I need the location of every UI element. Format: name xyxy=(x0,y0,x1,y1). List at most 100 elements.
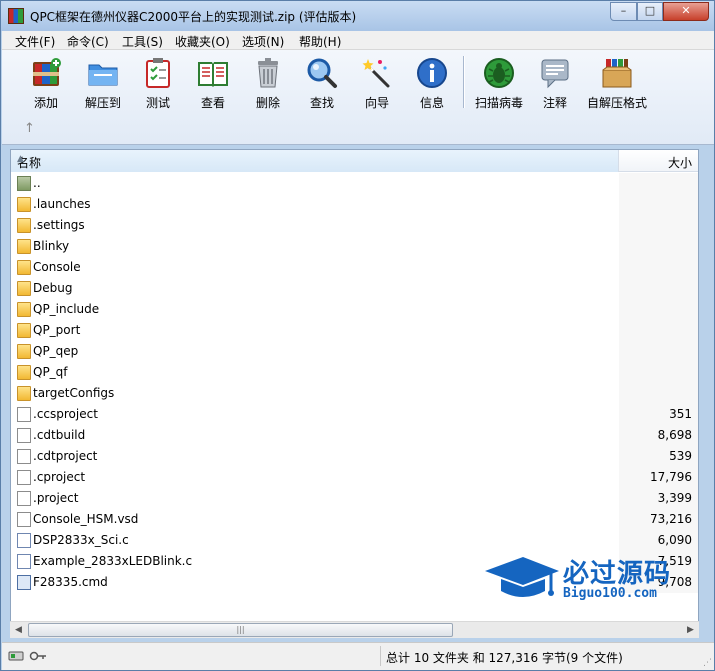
test-checklist-icon xyxy=(146,58,170,88)
extract-to-label: 解压到 xyxy=(84,96,121,110)
menu-options[interactable]: 选项(N) xyxy=(242,33,284,50)
sort-ascending-icon: ▲ xyxy=(17,154,24,164)
file-name: QP_qf xyxy=(33,365,68,379)
list-row[interactable]: QP_port xyxy=(11,320,698,341)
status-bar: 总计 10 文件夹 和 127,316 字节(9 个文件) ⋰ xyxy=(2,642,714,670)
list-row[interactable]: QP_include xyxy=(11,299,698,320)
watermark: 必过源码 Biguo100.com xyxy=(483,553,683,605)
delete-label: 删除 xyxy=(255,96,280,110)
resize-grip-icon[interactable]: ⋰ xyxy=(703,658,712,668)
file-size: 3,399 xyxy=(657,491,692,505)
c-source-file-icon xyxy=(17,533,31,548)
folder-icon xyxy=(17,239,31,254)
menu-help[interactable]: 帮助(H) xyxy=(299,33,341,50)
scroll-thumb[interactable]: ||| xyxy=(28,623,453,637)
toolbar-separator xyxy=(463,56,465,108)
list-row[interactable]: Console xyxy=(11,257,698,278)
file-size: 351 xyxy=(669,407,692,421)
list-row[interactable]: .ccsproject 351 xyxy=(11,404,698,425)
file-size: 8,698 xyxy=(657,428,692,442)
list-row[interactable]: .cdtproject 539 xyxy=(11,446,698,467)
folder-icon xyxy=(17,197,31,212)
file-name: QP_port xyxy=(33,323,81,337)
list-row[interactable]: Console_HSM.vsd 73,216 xyxy=(11,509,698,530)
comment-icon xyxy=(541,59,569,89)
scroll-right-arrow[interactable]: ▶ xyxy=(682,622,699,638)
up-one-level-button[interactable]: ↑ xyxy=(24,121,35,136)
find-label: 查找 xyxy=(309,96,334,110)
cmd-file-icon xyxy=(17,575,31,590)
file-name: .launches xyxy=(33,197,91,211)
scroll-left-arrow[interactable]: ◀ xyxy=(10,622,27,638)
close-button[interactable]: ✕ xyxy=(663,2,709,21)
column-header-name[interactable]: 名称 ▲ xyxy=(11,150,619,172)
menu-command[interactable]: 命令(C) xyxy=(67,33,109,50)
info-button[interactable]: 信息 xyxy=(404,56,460,112)
file-size: 6,090 xyxy=(657,533,692,547)
list-row[interactable]: Debug xyxy=(11,278,698,299)
file-name: .project xyxy=(33,491,79,505)
virus-scan-button[interactable]: 扫描病毒 xyxy=(470,56,528,112)
list-row[interactable]: targetConfigs xyxy=(11,383,698,404)
status-separator xyxy=(380,646,381,666)
list-row[interactable]: .project 3,399 xyxy=(11,488,698,509)
menu-bar: 文件(F) 命令(C) 工具(S) 收藏夹(O) 选项(N) 帮助(H) xyxy=(2,31,714,50)
folder-icon xyxy=(17,281,31,296)
c-source-file-icon xyxy=(17,554,31,569)
comment-button[interactable]: 注释 xyxy=(527,56,583,112)
sfx-button[interactable]: 自解压格式 xyxy=(586,56,648,112)
file-name: QP_qep xyxy=(33,344,79,358)
file-name: Console_HSM.vsd xyxy=(33,512,139,526)
parent-folder-icon xyxy=(17,176,31,191)
list-row[interactable]: DSP2833x_Sci.c 6,090 xyxy=(11,530,698,551)
folder-icon xyxy=(17,218,31,233)
list-row[interactable]: .settings xyxy=(11,215,698,236)
minimize-button[interactable]: – xyxy=(610,2,637,21)
column-header-size[interactable]: 大小 xyxy=(619,150,698,172)
file-name: Blinky xyxy=(33,239,70,253)
add-button[interactable]: 添加 xyxy=(18,56,74,112)
title-bar: QPC框架在德州仪器C2000平台上的实现测试.zip (评估版本) – □ ✕ xyxy=(1,1,714,31)
watermark-chinese: 必过源码 xyxy=(563,559,672,589)
file-size: 539 xyxy=(669,449,692,463)
list-row[interactable]: QP_qf xyxy=(11,362,698,383)
extract-to-button[interactable]: 解压到 xyxy=(75,56,131,112)
list-row[interactable]: QP_qep xyxy=(11,341,698,362)
folder-icon xyxy=(17,344,31,359)
wizard-button[interactable]: 向导 xyxy=(349,56,405,112)
column-size-label: 大小 xyxy=(667,156,692,170)
virus-scan-label: 扫描病毒 xyxy=(474,96,523,110)
toolbar: 添加 解压到 测试 查看 删除 查找 向导 信息 扫描病毒 注释 自解压格式 ↑ xyxy=(2,50,714,145)
magnifier-icon xyxy=(307,58,337,88)
window-title: QPC框架在德州仪器C2000平台上的实现测试.zip (评估版本) xyxy=(30,10,357,24)
test-button[interactable]: 测试 xyxy=(130,56,186,112)
sfx-box-icon xyxy=(602,59,632,88)
file-name: DSP2833x_Sci.c xyxy=(33,533,129,547)
list-row-parent[interactable]: .. xyxy=(11,173,698,194)
menu-tools[interactable]: 工具(S) xyxy=(122,33,163,50)
folder-icon xyxy=(17,365,31,380)
horizontal-scrollbar[interactable]: ◀ ||| ▶ xyxy=(10,621,699,638)
add-archive-icon xyxy=(33,58,61,86)
folder-icon xyxy=(17,302,31,317)
menu-favorites[interactable]: 收藏夹(O) xyxy=(175,33,230,50)
find-button[interactable]: 查找 xyxy=(294,56,350,112)
list-row[interactable]: Blinky xyxy=(11,236,698,257)
info-label: 信息 xyxy=(419,96,444,110)
file-icon xyxy=(17,407,31,422)
delete-button[interactable]: 删除 xyxy=(240,56,296,112)
status-summary: 总计 10 文件夹 和 127,316 字节(9 个文件) xyxy=(386,651,623,665)
maximize-button[interactable]: □ xyxy=(637,2,663,21)
file-icon xyxy=(17,428,31,443)
list-row[interactable]: .launches xyxy=(11,194,698,215)
trash-icon xyxy=(258,58,278,88)
file-name: Debug xyxy=(33,281,73,295)
comment-label: 注释 xyxy=(542,96,567,110)
virus-scan-icon xyxy=(484,58,514,88)
view-button[interactable]: 查看 xyxy=(185,56,241,112)
menu-file[interactable]: 文件(F) xyxy=(15,33,55,50)
folder-icon xyxy=(17,260,31,275)
list-row[interactable]: .cdtbuild 8,698 xyxy=(11,425,698,446)
file-icon xyxy=(17,491,31,506)
list-row[interactable]: .cproject 17,796 xyxy=(11,467,698,488)
